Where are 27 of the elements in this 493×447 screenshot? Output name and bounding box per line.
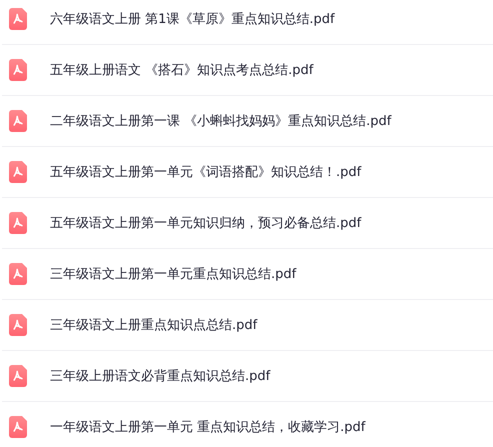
pdf-file-icon (9, 8, 27, 30)
pdf-file-icon (9, 212, 27, 234)
file-name: 五年级上册语文 《搭石》知识点考点总结.pdf (50, 62, 314, 79)
file-row[interactable]: 三年级上册语文必背重点知识总结.pdf (2, 351, 493, 402)
file-row[interactable]: 六年级语文上册 第1课《草原》重点知识总结.pdf (2, 0, 493, 45)
pdf-file-icon (9, 365, 27, 387)
pdf-file-icon (9, 110, 27, 132)
file-name: 六年级语文上册 第1课《草原》重点知识总结.pdf (50, 11, 335, 28)
pdf-file-icon (9, 59, 27, 81)
file-row[interactable]: 一年级语文上册第一单元 重点知识总结，收藏学习.pdf (2, 402, 493, 447)
file-row[interactable]: 五年级语文上册第一单元《词语搭配》知识总结！.pdf (2, 147, 493, 198)
file-row[interactable]: 三年级语文上册重点知识点总结.pdf (2, 300, 493, 351)
file-name: 三年级语文上册第一单元重点知识总结.pdf (50, 266, 296, 283)
file-name: 五年级语文上册第一单元《词语搭配》知识总结！.pdf (50, 164, 362, 181)
file-name: 五年级语文上册第一单元知识归纳，预习必备总结.pdf (50, 215, 362, 232)
file-name: 一年级语文上册第一单元 重点知识总结，收藏学习.pdf (50, 419, 366, 436)
file-name: 三年级语文上册重点知识点总结.pdf (50, 317, 258, 334)
file-name: 二年级语文上册第一课 《小蝌蚪找妈妈》重点知识总结.pdf (50, 113, 392, 130)
pdf-file-icon (9, 416, 27, 438)
file-row[interactable]: 五年级上册语文 《搭石》知识点考点总结.pdf (2, 45, 493, 96)
file-row[interactable]: 三年级语文上册第一单元重点知识总结.pdf (2, 249, 493, 300)
pdf-file-icon (9, 161, 27, 183)
pdf-file-icon (9, 314, 27, 336)
file-row[interactable]: 五年级语文上册第一单元知识归纳，预习必备总结.pdf (2, 198, 493, 249)
file-name: 三年级上册语文必背重点知识总结.pdf (50, 368, 270, 385)
pdf-file-icon (9, 263, 27, 285)
file-row[interactable]: 二年级语文上册第一课 《小蝌蚪找妈妈》重点知识总结.pdf (2, 96, 493, 147)
